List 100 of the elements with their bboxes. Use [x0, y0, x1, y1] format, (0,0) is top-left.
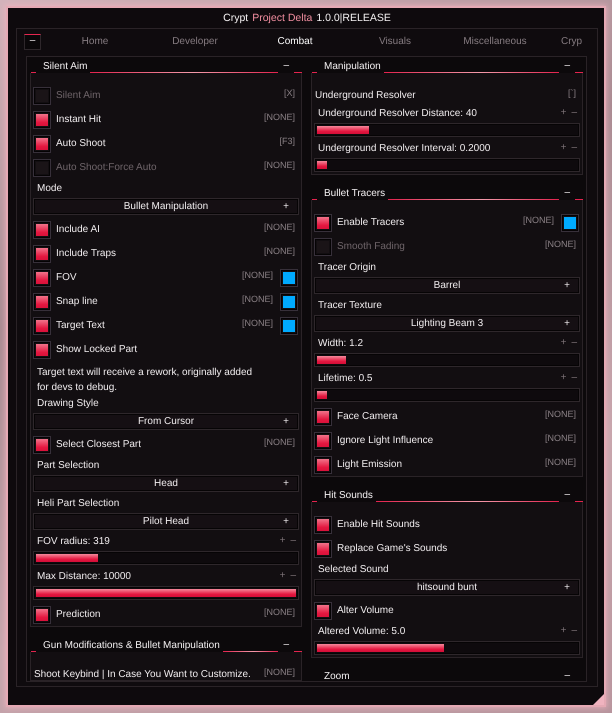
decrease-button[interactable]: –	[290, 571, 296, 581]
checkbox[interactable]	[314, 238, 332, 256]
keybind-button[interactable]: [NONE]	[544, 408, 576, 421]
checkbox[interactable]	[314, 540, 332, 558]
dropdown-select[interactable]: hitsound bunt +	[314, 579, 580, 596]
keybind-button[interactable]: [NONE]	[264, 606, 295, 619]
color-swatch-icon[interactable]	[280, 269, 298, 287]
slider-track[interactable]	[33, 586, 299, 600]
color-swatch-icon[interactable]	[280, 293, 298, 311]
resize-grip-icon[interactable]	[593, 694, 604, 705]
dropdown-select[interactable]: Lighting Beam 3 +	[314, 315, 580, 332]
keybind-button[interactable]: [X]	[284, 87, 295, 100]
slider-track[interactable]	[314, 353, 580, 367]
checkbox[interactable]	[314, 432, 332, 450]
checkbox[interactable]	[33, 293, 51, 311]
dropdown-select[interactable]: Pilot Head +	[33, 513, 299, 530]
decrease-button[interactable]: –	[571, 338, 577, 348]
increase-button[interactable]: +	[560, 373, 566, 383]
keybind-button[interactable]: [F3]	[279, 135, 295, 148]
decrease-button[interactable]: –	[290, 536, 296, 546]
collapse-button[interactable]: –	[559, 670, 575, 681]
checkbox[interactable]	[33, 269, 51, 287]
collapse-button[interactable]: –	[24, 34, 41, 50]
keybind-button[interactable]: [NONE]	[264, 111, 295, 124]
checkbox[interactable]	[33, 606, 51, 624]
tab[interactable]: Combat	[245, 34, 345, 50]
tab[interactable]: Home	[45, 34, 145, 50]
collapse-button[interactable]: –	[559, 187, 575, 199]
slider-track[interactable]	[314, 388, 580, 402]
color-swatch-icon[interactable]	[280, 317, 298, 335]
decrease-button[interactable]: –	[571, 373, 577, 383]
checkbox[interactable]	[33, 245, 51, 263]
increase-button[interactable]: +	[560, 338, 566, 348]
checkbox-label: Replace Game's Sounds	[337, 543, 448, 555]
plus-icon: +	[564, 278, 570, 293]
checkbox[interactable]	[314, 516, 332, 534]
checkbox[interactable]	[33, 135, 51, 153]
plus-icon: +	[564, 316, 570, 331]
keybind-button[interactable]: [NONE]	[264, 245, 295, 258]
checkbox-label: Smooth Fading	[337, 241, 405, 253]
slider-track[interactable]	[314, 158, 580, 172]
collapse-button[interactable]: –	[278, 639, 294, 651]
plus-icon: +	[283, 199, 289, 214]
tab[interactable]: Cryp	[545, 34, 587, 50]
checkbox[interactable]	[33, 221, 51, 239]
checkbox-label: Include Traps	[56, 248, 116, 260]
dropdown-select[interactable]: Barrel +	[314, 277, 580, 294]
checkbox-label: Silent Aim	[56, 90, 100, 102]
keybind-button[interactable]: [`]	[568, 87, 576, 100]
slider-label: Underground Resolver Distance: 40	[318, 108, 477, 120]
collapse-button[interactable]: –	[559, 489, 575, 501]
decrease-button[interactable]: –	[571, 143, 577, 153]
keybind-button[interactable]: [NONE]	[264, 436, 295, 449]
tab[interactable]: Developer	[145, 34, 245, 50]
slider-track[interactable]	[314, 123, 580, 137]
field-label: Mode	[36, 183, 64, 195]
checkbox[interactable]	[33, 111, 51, 129]
keybind-button[interactable]: [NONE]	[264, 221, 295, 234]
checkbox[interactable]	[314, 408, 332, 426]
keybind-button[interactable]: [NONE]	[522, 214, 554, 227]
keybind-button[interactable]: [NONE]	[242, 269, 273, 282]
tab[interactable]: Miscellaneous	[445, 34, 545, 50]
color-swatch-icon[interactable]	[561, 214, 579, 232]
checkbox[interactable]	[33, 341, 51, 359]
collapse-button[interactable]: –	[559, 60, 575, 72]
checkbox[interactable]	[314, 214, 332, 232]
dropdown-select[interactable]: From Cursor +	[33, 413, 299, 430]
slider-label: Altered Volume: 5.0	[318, 626, 406, 638]
checkbox[interactable]	[33, 159, 51, 177]
keybind-button[interactable]: [NONE]	[242, 293, 273, 306]
decrease-button[interactable]: –	[571, 108, 577, 118]
increase-button[interactable]: +	[560, 626, 566, 636]
increase-button[interactable]: +	[280, 536, 286, 546]
increase-button[interactable]: +	[560, 143, 566, 153]
increase-button[interactable]: +	[560, 108, 566, 118]
checkbox[interactable]	[33, 317, 51, 335]
field-label: Heli Part Selection	[36, 498, 120, 510]
checkbox-label: Show Locked Part	[56, 344, 138, 356]
checkbox[interactable]	[314, 456, 332, 474]
keybind-button[interactable]: [NONE]	[264, 666, 295, 679]
keybind-button[interactable]: [NONE]	[242, 317, 273, 330]
decrease-button[interactable]: –	[571, 626, 577, 636]
plus-icon: +	[283, 476, 289, 491]
checkbox[interactable]	[33, 87, 51, 105]
section-title: Gun Modifications & Bullet Manipulation	[43, 639, 220, 652]
keybind-button[interactable]: [NONE]	[544, 456, 576, 469]
increase-button[interactable]: +	[280, 571, 286, 581]
checkbox[interactable]	[314, 602, 332, 620]
checkbox[interactable]	[33, 436, 51, 454]
section-title: Manipulation	[324, 60, 381, 73]
tab[interactable]: Visuals	[345, 34, 445, 50]
collapse-button[interactable]: –	[278, 60, 294, 72]
keybind-button[interactable]: [NONE]	[264, 159, 295, 172]
dropdown-select[interactable]: Head +	[33, 475, 299, 492]
section-title: Bullet Tracers	[324, 187, 386, 200]
keybind-button[interactable]: [NONE]	[544, 432, 576, 445]
slider-track[interactable]	[33, 551, 299, 565]
slider-track[interactable]	[314, 641, 580, 655]
dropdown-select[interactable]: Bullet Manipulation +	[33, 198, 299, 215]
keybind-button[interactable]: [NONE]	[544, 238, 576, 251]
